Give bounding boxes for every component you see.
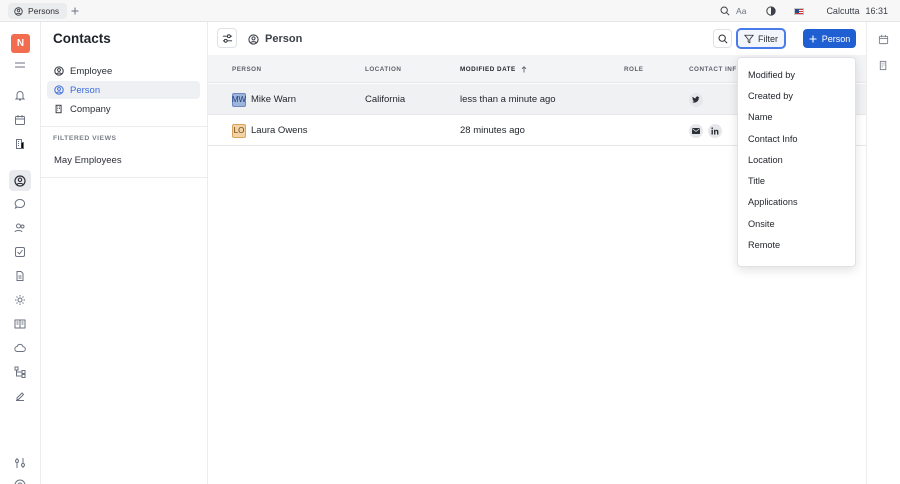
filter-icon xyxy=(744,34,754,44)
nav-item-company[interactable]: Company xyxy=(47,100,200,118)
view-item-may-employees[interactable]: May Employees xyxy=(54,155,122,166)
search-icon xyxy=(718,34,728,44)
filter-option-remote[interactable]: Remote xyxy=(738,234,855,255)
column-header-contact-info[interactable]: CONTACT INFO xyxy=(689,66,742,73)
panel-divider xyxy=(41,177,208,178)
filter-option-title[interactable]: Title xyxy=(738,170,855,191)
users-icon[interactable] xyxy=(12,220,28,236)
nav-item-person[interactable]: Person xyxy=(47,81,200,99)
checkbox-icon[interactable] xyxy=(12,244,28,260)
contact-info-cell xyxy=(689,115,727,146)
linkedin-icon[interactable] xyxy=(708,123,722,138)
person-circle-icon xyxy=(54,85,64,95)
twitter-icon[interactable] xyxy=(689,92,703,107)
location-label: Calcutta xyxy=(826,6,860,16)
mail-icon[interactable] xyxy=(689,123,703,138)
filter-option-created-by[interactable]: Created by xyxy=(738,85,855,106)
search-icon[interactable] xyxy=(720,6,730,16)
tab-label: Persons xyxy=(28,6,60,16)
right-rail xyxy=(866,22,900,484)
plus-icon xyxy=(809,35,817,43)
workspace-logo[interactable]: N xyxy=(11,34,30,53)
calendar-icon[interactable] xyxy=(12,112,28,128)
sun-icon[interactable] xyxy=(12,292,28,308)
search-button[interactable] xyxy=(713,29,732,48)
filter-option-onsite[interactable]: Onsite xyxy=(738,213,855,234)
filter-option-modified-by[interactable]: Modified by xyxy=(738,64,855,85)
chat-icon[interactable] xyxy=(12,196,28,212)
add-label: Person xyxy=(821,33,851,44)
app-rail: N xyxy=(0,22,41,484)
book-icon[interactable] xyxy=(12,316,28,332)
filter-option-name[interactable]: Name xyxy=(738,107,855,128)
edit-icon[interactable] xyxy=(12,388,28,404)
plus-icon xyxy=(71,7,79,15)
new-tab-button[interactable] xyxy=(69,4,81,18)
help-icon[interactable] xyxy=(12,477,28,484)
page-title-text: Person xyxy=(265,33,303,45)
avatar: MW xyxy=(232,92,246,107)
person-name: Mike Warn xyxy=(251,94,297,105)
location-cell[interactable]: California xyxy=(365,84,405,115)
nav-item-label: Person xyxy=(70,84,101,96)
contacts-panel: Contacts Employee Person Company FILTERE… xyxy=(41,22,208,484)
panel-title: Contacts xyxy=(53,31,111,46)
avatar: LO xyxy=(232,123,246,138)
calendar-icon[interactable] xyxy=(878,34,890,46)
top-bar: Persons Aa Calcutta 16:31 xyxy=(0,0,900,22)
hierarchy-icon[interactable] xyxy=(12,364,28,380)
contacts-icon[interactable] xyxy=(9,170,31,191)
sliders-icon[interactable] xyxy=(12,455,28,471)
document-icon[interactable] xyxy=(12,268,28,284)
person-circle-icon xyxy=(54,66,64,76)
menu-icon[interactable] xyxy=(12,57,28,73)
filter-option-location[interactable]: Location xyxy=(738,149,855,170)
contrast-icon[interactable] xyxy=(766,6,777,16)
sliders-icon xyxy=(222,33,233,44)
filter-option-applications[interactable]: Applications xyxy=(738,192,855,213)
column-header-location[interactable]: LOCATION xyxy=(365,66,401,73)
font-size-button[interactable]: Aa xyxy=(736,6,746,16)
page-title: Person xyxy=(248,31,302,47)
column-header-person[interactable]: PERSON xyxy=(232,66,262,73)
filter-option-contact-info[interactable]: Contact Info xyxy=(738,128,855,149)
tab-persons[interactable]: Persons xyxy=(8,3,68,19)
building-icon xyxy=(54,104,64,114)
person-circle-icon xyxy=(14,6,23,16)
us-flag-icon[interactable] xyxy=(794,7,805,15)
view-settings-button[interactable] xyxy=(217,28,237,48)
modified-date-cell: less than a minute ago xyxy=(460,94,556,105)
person-name: Laura Owens xyxy=(251,125,308,136)
person-cell[interactable]: LO Laura Owens xyxy=(232,115,308,146)
add-person-button[interactable]: Person xyxy=(803,29,856,48)
modified-date-cell: 28 minutes ago xyxy=(460,125,525,136)
column-header-role[interactable]: ROLE xyxy=(624,66,644,73)
filter-button[interactable]: Filter xyxy=(736,28,786,49)
filter-dropdown: Modified by Created by Name Contact Info… xyxy=(737,57,856,267)
panel-divider xyxy=(41,126,208,127)
person-cell[interactable]: MW Mike Warn xyxy=(232,84,296,115)
filtered-views-label: FILTERED VIEWS xyxy=(53,135,117,142)
cloud-icon[interactable] xyxy=(12,340,28,356)
nav-item-employee[interactable]: Employee xyxy=(47,62,200,80)
bell-icon[interactable] xyxy=(12,87,28,103)
nav-item-label: Company xyxy=(70,103,111,115)
clock-time: 16:31 xyxy=(865,6,888,16)
building-icon[interactable] xyxy=(12,136,28,152)
nav-item-label: Employee xyxy=(70,65,113,77)
building-icon[interactable] xyxy=(878,60,890,72)
filter-label: Filter xyxy=(758,33,778,44)
person-circle-icon xyxy=(248,33,259,45)
sort-arrow-icon xyxy=(521,66,527,73)
contact-info-cell xyxy=(689,84,708,115)
column-header-modified-date[interactable]: MODIFIED DATE xyxy=(460,66,527,73)
